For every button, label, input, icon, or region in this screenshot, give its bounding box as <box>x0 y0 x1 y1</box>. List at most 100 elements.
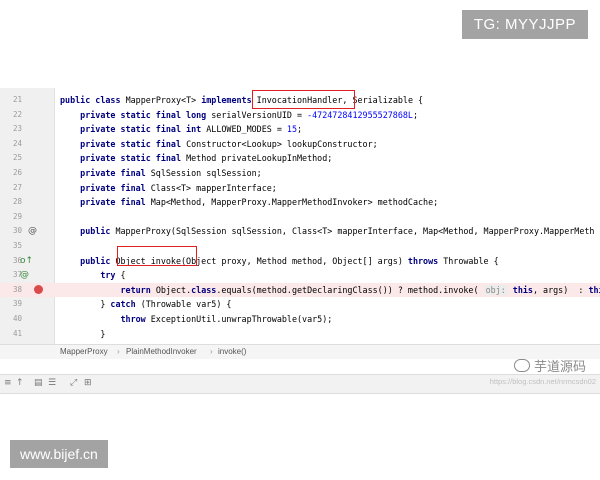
code-token: ; <box>412 109 419 120</box>
code-editor[interactable]: 21 public class MapperProxy<T> implements… <box>0 88 600 344</box>
expand-icon[interactable]: ⤢ <box>70 378 77 388</box>
tg-badge: TG: MYYJJPP <box>461 10 588 39</box>
line-number[interactable]: 29 <box>0 210 22 225</box>
code-text: private final Map<Method, MapperProxy.Ma… <box>60 195 438 210</box>
code-line[interactable]: 29 <box>0 210 600 225</box>
code-token: Class<T> mapperInterface; <box>150 182 277 193</box>
keyword-token: public <box>60 255 116 266</box>
breadcrumb-item-class[interactable]: MapperProxy <box>60 345 108 359</box>
code-token: } <box>60 299 111 310</box>
code-line[interactable]: 40 throw ExceptionUtil.unwrapThrowable(v… <box>0 312 600 327</box>
code-text: private final Class<T> mapperInterface; <box>60 181 277 196</box>
code-token: Map<Method, MapperProxy.MapperMethodInvo… <box>150 197 439 208</box>
code-line[interactable]: 36 o↑ @ public Object invoke(Object proxy… <box>0 254 600 281</box>
site-badge: www.bijef.cn <box>10 440 108 468</box>
line-number[interactable]: 30 <box>0 224 22 239</box>
code-text: public Object invoke(Object proxy, Metho… <box>60 254 499 269</box>
keyword-token: return <box>60 284 156 295</box>
annotation-icon[interactable]: @ <box>28 224 52 239</box>
keyword-token: throws <box>407 255 444 266</box>
code-line[interactable]: 38 return Object.class.equals(method.get… <box>0 282 600 298</box>
line-number[interactable]: 37 <box>0 268 22 283</box>
parameter-hint: obj: <box>483 284 508 295</box>
keyword-token: catch <box>110 299 141 310</box>
align-icon[interactable]: ≡ <box>4 378 12 388</box>
keyword-token: class <box>191 284 217 295</box>
line-number[interactable]: 39 <box>0 297 22 312</box>
code-token: Object. <box>155 284 192 295</box>
code-token: Method privateLookupInMethod; <box>186 153 333 164</box>
code-token: ; <box>297 124 303 135</box>
grid-icon[interactable]: ⊞ <box>84 378 92 388</box>
code-text: } <box>60 327 105 342</box>
code-line[interactable]: 41 } <box>0 327 600 342</box>
code-text: private static final Method privateLooku… <box>60 151 332 166</box>
line-number[interactable]: 25 <box>0 151 22 166</box>
code-line[interactable]: 37 try { <box>0 268 600 283</box>
number-token: -4724728412955527868L <box>307 109 413 120</box>
line-number[interactable]: 22 <box>0 108 22 123</box>
code-line[interactable]: 24 private static final Constructor<Look… <box>0 137 600 152</box>
code-line[interactable]: 39 } catch (Throwable var5) { <box>0 297 600 312</box>
keyword-token: private final <box>60 182 151 193</box>
breadcrumb-separator: › <box>117 347 120 356</box>
code-line[interactable]: 35 <box>0 239 600 254</box>
code-line[interactable]: 28 private final Map<Method, MapperProxy… <box>0 195 600 210</box>
code-token: serialVersionUID = <box>211 109 308 120</box>
structure-icon[interactable]: ▤ <box>34 378 43 388</box>
code-token: ALLOWED_MODES = <box>206 124 287 135</box>
code-line[interactable]: 21 public class MapperProxy<T> implements… <box>0 93 600 108</box>
code-text: return Object.class.equals(method.getDec… <box>60 283 600 298</box>
code-text: private static final Constructor<Lookup>… <box>60 137 378 152</box>
code-token: Serializable { <box>352 95 424 105</box>
code-line[interactable]: 30 @ public MapperProxy(SqlSession sqlSes… <box>0 224 600 239</box>
line-number[interactable]: 21 <box>0 93 22 108</box>
code-token: } <box>60 328 106 339</box>
implements-override-icon[interactable]: o↑ @ <box>20 254 44 281</box>
number-token: 15 <box>286 124 298 135</box>
code-line[interactable]: 26 private final SqlSession sqlSession; <box>0 166 600 181</box>
line-number[interactable]: 28 <box>0 195 22 210</box>
code-token: , args) : <box>532 284 589 295</box>
line-number[interactable]: 26 <box>0 166 22 181</box>
breakpoint-icon[interactable] <box>34 285 43 295</box>
line-number[interactable]: 40 <box>0 312 22 327</box>
code-line[interactable]: 22 private static final long serialVersi… <box>0 108 600 123</box>
line-number[interactable]: 41 <box>0 327 22 342</box>
keyword-token: private static final int <box>60 124 207 135</box>
keyword-token: this <box>512 284 533 295</box>
code-line[interactable]: 27 private final Class<T> mapperInterfac… <box>0 181 600 196</box>
line-number[interactable]: 27 <box>0 181 22 196</box>
code-text: private static final int ALLOWED_MODES =… <box>60 122 302 137</box>
code-token: SqlSession sqlSession; <box>150 168 262 178</box>
code-text: throw ExceptionUtil.unwrapThrowable(var5… <box>60 312 333 327</box>
code-text: try { <box>60 268 125 283</box>
keyword-token: implements <box>201 95 257 105</box>
breadcrumb-item-method[interactable]: invoke() <box>218 345 246 359</box>
code-token: (Throwable var5) { <box>140 299 232 310</box>
line-number[interactable]: 35 <box>0 239 22 254</box>
code-token: MapperProxy(SqlSession sqlSession, Class… <box>115 226 595 237</box>
menu-icon[interactable]: ☰ <box>48 378 56 388</box>
line-number[interactable]: 36 <box>0 254 22 269</box>
up-icon[interactable]: ↑ <box>16 378 24 388</box>
code-token: Constructor<Lookup> lookupConstructor; <box>186 138 378 149</box>
code-token: InvocationHandler, <box>256 95 353 105</box>
wechat-watermark: 芋道源码 <box>513 356 586 375</box>
line-number[interactable]: 38 <box>0 283 22 298</box>
keyword-token: throw <box>60 314 151 324</box>
url-watermark: https://blog.csdn.net/nrmcsdn02 <box>489 377 596 386</box>
line-number[interactable]: 24 <box>0 137 22 152</box>
keyword-token: private final <box>60 168 151 178</box>
code-line[interactable]: 25 private static final Method privateLo… <box>0 151 600 166</box>
code-text: private final SqlSession sqlSession; <box>60 166 262 181</box>
code-text: } catch (Throwable var5) { <box>60 297 231 312</box>
code-token: Throwable { <box>443 255 499 266</box>
breadcrumb: MapperProxy › PlainMethodInvoker › invok… <box>0 344 600 359</box>
code-text: public MapperProxy(SqlSession sqlSession… <box>60 224 594 239</box>
breadcrumb-separator: › <box>210 347 213 356</box>
code-token: Object invoke(Object proxy, Method metho… <box>115 255 408 266</box>
code-line[interactable]: 23 private static final int ALLOWED_MODE… <box>0 122 600 137</box>
breadcrumb-item-inner-class[interactable]: PlainMethodInvoker <box>126 345 197 359</box>
line-number[interactable]: 23 <box>0 122 22 137</box>
